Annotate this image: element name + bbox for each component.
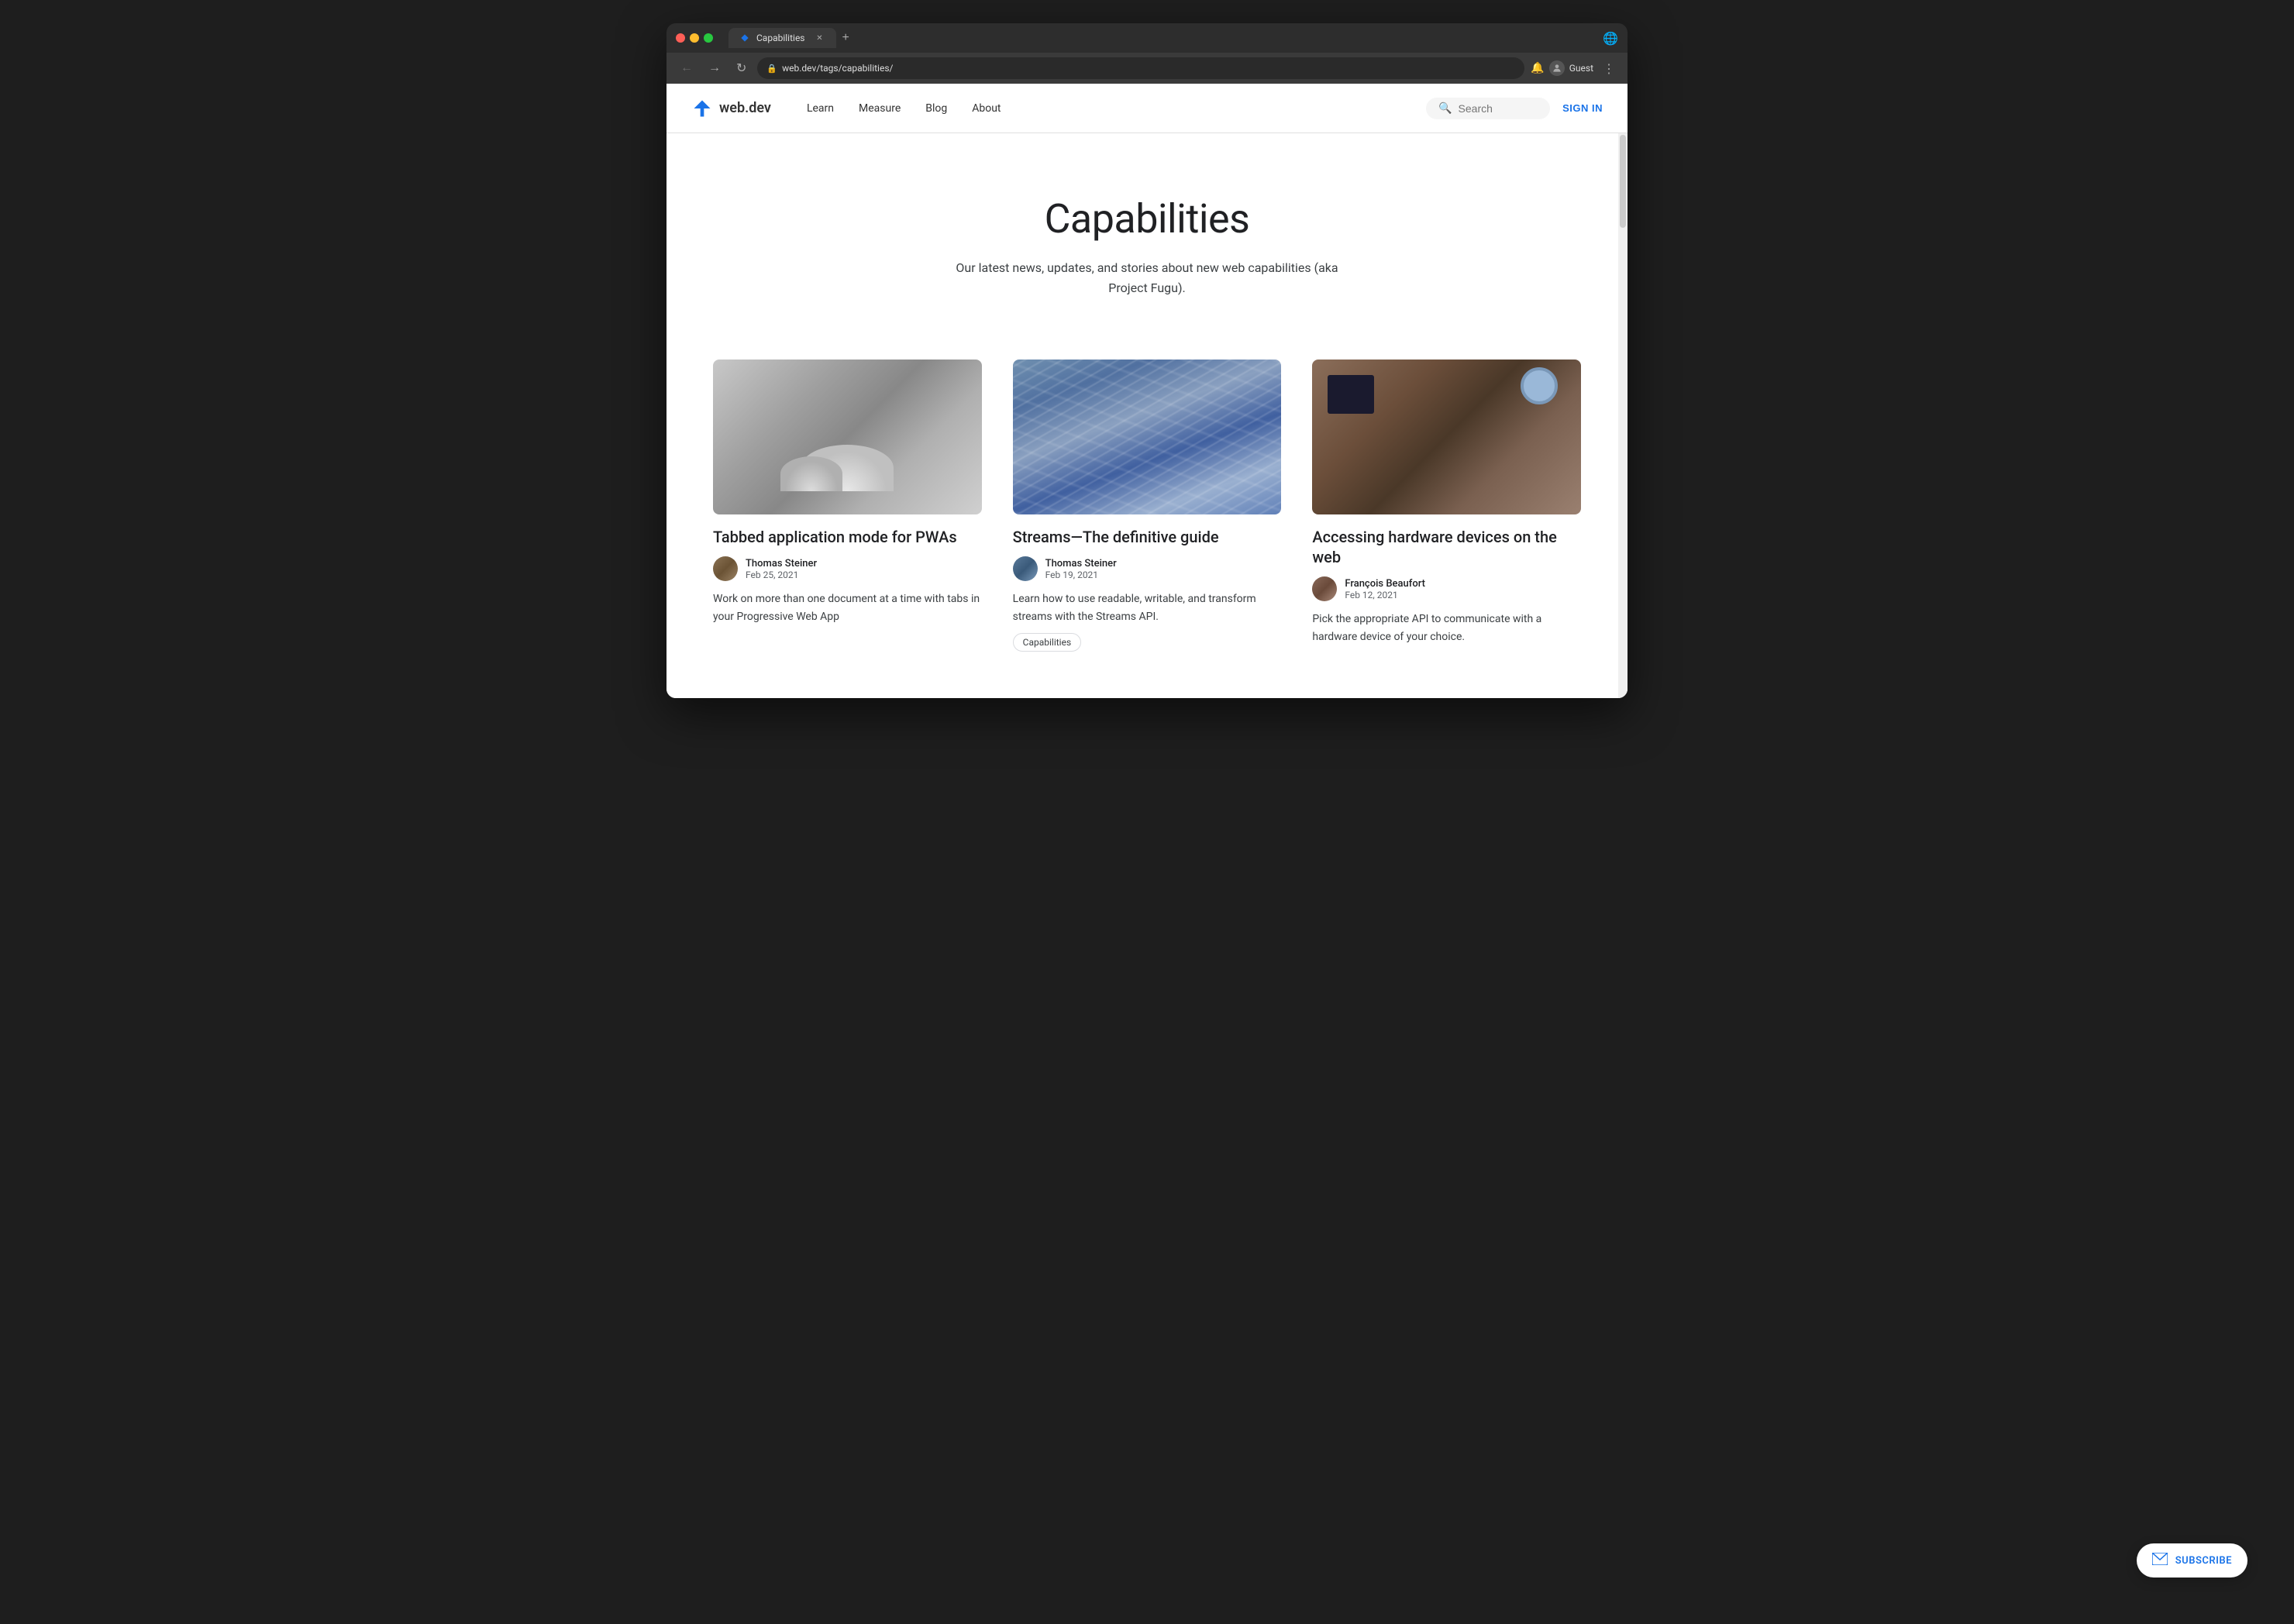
author-name-2: Thomas Steiner xyxy=(1045,558,1117,569)
website-content: web.dev Learn Measure Blog About 🔍 SIGN … xyxy=(666,84,1628,698)
new-tab-button[interactable]: + xyxy=(836,31,856,45)
search-icon: 🔍 xyxy=(1438,102,1452,115)
minimize-button[interactable] xyxy=(690,33,699,43)
search-bar[interactable]: 🔍 xyxy=(1426,98,1550,119)
reload-button[interactable]: ↻ xyxy=(732,57,751,79)
close-button[interactable] xyxy=(676,33,685,43)
profile-avatar[interactable] xyxy=(1549,60,1565,76)
author-avatar-2 xyxy=(1013,556,1038,581)
author-avatar-3 xyxy=(1312,576,1337,601)
globe-icon: 🌐 xyxy=(1603,31,1618,46)
active-tab[interactable]: Capabilities ✕ xyxy=(728,28,836,48)
nav-learn[interactable]: Learn xyxy=(796,96,845,121)
author-name-3: François Beaufort xyxy=(1345,578,1425,590)
browser-window: Capabilities ✕ + 🌐 ← → ↻ 🔒 web.dev/tags/… xyxy=(666,23,1628,698)
nav-about[interactable]: About xyxy=(961,96,1011,121)
maximize-button[interactable] xyxy=(704,33,713,43)
hero-title: Capabilities xyxy=(691,195,1603,243)
logo-icon xyxy=(691,98,713,119)
traffic-lights xyxy=(676,33,713,43)
scrollbar-track[interactable] xyxy=(1618,133,1628,698)
window-controls: 🌐 xyxy=(1603,31,1618,46)
site-nav: web.dev Learn Measure Blog About 🔍 SIGN … xyxy=(666,84,1628,133)
article-thumbnail-snow-domes xyxy=(713,360,982,514)
article-image-3 xyxy=(1312,360,1581,514)
article-card-3[interactable]: Accessing hardware devices on the web Fr… xyxy=(1312,360,1581,652)
articles-section: Tabbed application mode for PWAs Thomas … xyxy=(666,344,1628,698)
article-title-3: Accessing hardware devices on the web xyxy=(1312,527,1581,567)
article-image-2 xyxy=(1013,360,1282,514)
article-tag-capabilities[interactable]: Capabilities xyxy=(1013,633,1082,652)
scrollbar-thumb[interactable] xyxy=(1620,135,1626,228)
article-image-1 xyxy=(713,360,982,514)
article-author-row-2: Thomas Steiner Feb 19, 2021 xyxy=(1013,556,1282,581)
author-avatar-1 xyxy=(713,556,738,581)
article-description-1: Work on more than one document at a time… xyxy=(713,590,982,625)
profile-label: Guest xyxy=(1569,63,1593,74)
article-author-row-3: François Beaufort Feb 12, 2021 xyxy=(1312,576,1581,601)
hero-subtitle: Our latest news, updates, and stories ab… xyxy=(953,258,1341,298)
browser-titlebar: Capabilities ✕ + 🌐 xyxy=(666,23,1628,53)
logo-text: web.dev xyxy=(719,100,771,116)
url-text: web.dev/tags/capabilities/ xyxy=(782,63,893,74)
author-name-1: Thomas Steiner xyxy=(746,558,817,569)
browser-toolbar: ← → ↻ 🔒 web.dev/tags/capabilities/ 🔔 Gue… xyxy=(666,53,1628,84)
article-author-row-1: Thomas Steiner Feb 25, 2021 xyxy=(713,556,982,581)
nav-right: 🔍 SIGN IN xyxy=(1426,98,1603,119)
author-info-3: François Beaufort Feb 12, 2021 xyxy=(1345,578,1425,600)
hero-section: Capabilities Our latest news, updates, a… xyxy=(666,133,1628,344)
browser-menu-icon[interactable]: ⋮ xyxy=(1600,58,1618,79)
tab-bar: Capabilities ✕ + xyxy=(728,28,1596,48)
nav-measure[interactable]: Measure xyxy=(848,96,911,121)
article-date-3: Feb 12, 2021 xyxy=(1345,590,1425,600)
search-input[interactable] xyxy=(1459,102,1538,115)
address-bar[interactable]: 🔒 web.dev/tags/capabilities/ xyxy=(757,57,1524,79)
article-thumbnail-streams xyxy=(1013,360,1282,514)
forward-button[interactable]: → xyxy=(704,58,725,78)
author-info-2: Thomas Steiner Feb 19, 2021 xyxy=(1045,558,1117,580)
article-card-2[interactable]: Streams—The definitive guide Thomas Stei… xyxy=(1013,360,1282,652)
tab-favicon xyxy=(739,33,750,43)
nav-blog[interactable]: Blog xyxy=(914,96,958,121)
browser-profile[interactable]: 🔔 Guest xyxy=(1531,60,1593,76)
article-description-2: Learn how to use readable, writable, and… xyxy=(1013,590,1282,625)
back-button[interactable]: ← xyxy=(676,58,698,78)
article-title-2: Streams—The definitive guide xyxy=(1013,527,1282,547)
article-thumbnail-workspace xyxy=(1312,360,1581,514)
lock-icon: 🔒 xyxy=(766,64,777,74)
article-card-1[interactable]: Tabbed application mode for PWAs Thomas … xyxy=(713,360,982,652)
tab-title: Capabilities xyxy=(756,33,805,43)
tab-close-icon[interactable]: ✕ xyxy=(815,33,825,43)
article-title-1: Tabbed application mode for PWAs xyxy=(713,527,982,547)
article-description-3: Pick the appropriate API to communicate … xyxy=(1312,611,1581,645)
author-info-1: Thomas Steiner Feb 25, 2021 xyxy=(746,558,817,580)
article-date-1: Feb 25, 2021 xyxy=(746,569,817,580)
notification-icon: 🔔 xyxy=(1531,62,1544,74)
sign-in-button[interactable]: SIGN IN xyxy=(1562,102,1603,114)
nav-links: Learn Measure Blog About xyxy=(796,96,1426,121)
article-date-2: Feb 19, 2021 xyxy=(1045,569,1117,580)
articles-grid: Tabbed application mode for PWAs Thomas … xyxy=(713,360,1581,652)
site-logo[interactable]: web.dev xyxy=(691,98,771,119)
